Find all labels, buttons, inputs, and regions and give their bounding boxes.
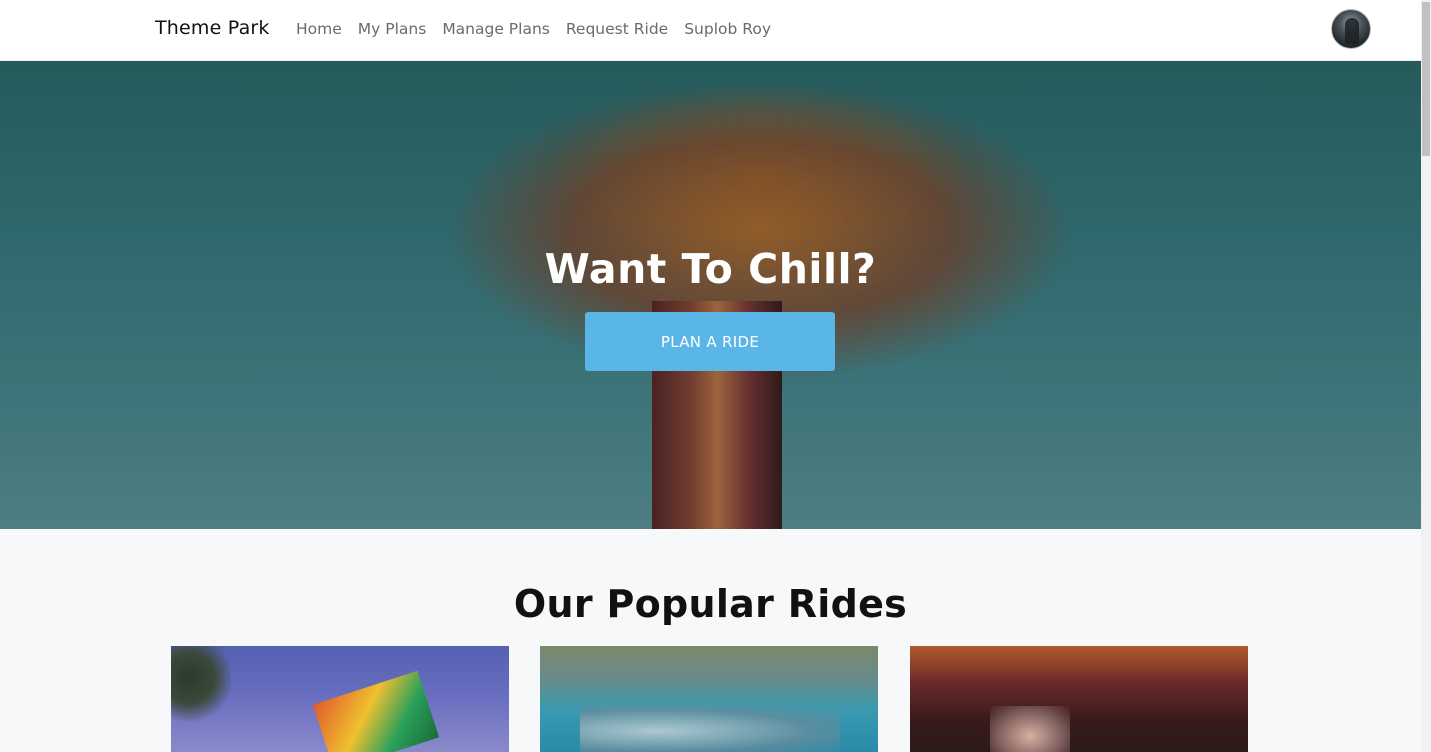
- brand-logo[interactable]: Theme Park: [155, 17, 270, 39]
- user-avatar-icon[interactable]: [1331, 9, 1371, 49]
- hero-banner: Want To Chill? PLAN A RIDE: [0, 61, 1421, 529]
- hero-title: Want To Chill?: [544, 245, 877, 293]
- nav-user-name[interactable]: Suplob Roy: [684, 20, 771, 38]
- ride-card-image-3[interactable]: [910, 646, 1248, 752]
- top-navbar: Theme Park Home My Plans Manage Plans Re…: [0, 0, 1421, 61]
- nav-links: Home My Plans Manage Plans Request Ride …: [296, 20, 771, 38]
- ride-card-image-1[interactable]: [171, 646, 509, 752]
- nav-manage-plans[interactable]: Manage Plans: [442, 20, 550, 38]
- popular-rides-title: Our Popular Rides: [513, 582, 908, 626]
- hero-overlay: [0, 61, 1421, 529]
- scrollbar-thumb[interactable]: [1422, 2, 1430, 156]
- ride-card-image-2[interactable]: [540, 646, 878, 752]
- nav-my-plans[interactable]: My Plans: [358, 20, 427, 38]
- nav-request-ride[interactable]: Request Ride: [566, 20, 668, 38]
- nav-home[interactable]: Home: [296, 20, 342, 38]
- page-scrollbar[interactable]: [1421, 0, 1431, 752]
- plan-a-ride-button[interactable]: PLAN A RIDE: [585, 312, 835, 371]
